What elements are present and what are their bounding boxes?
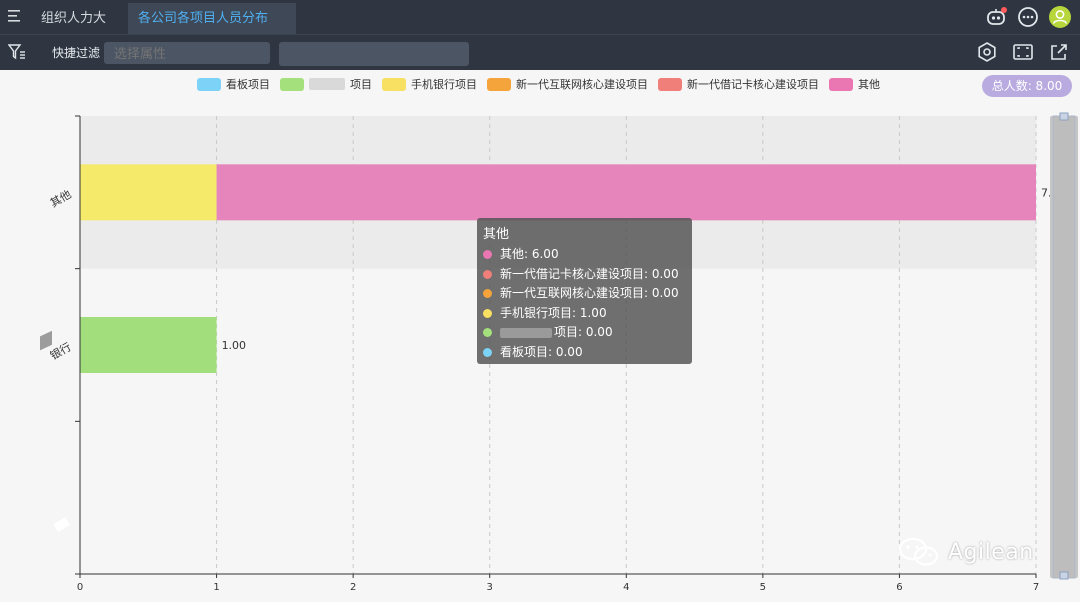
tooltip-title: 其他 bbox=[483, 227, 510, 242]
tooltip-row-label: 手机银行项目: 1.00 bbox=[500, 305, 607, 320]
redacted-patch bbox=[53, 517, 71, 532]
bar-total-label: 1.00 bbox=[222, 339, 247, 352]
tooltip-row-label: 项目: 0.00 bbox=[554, 325, 613, 339]
tooltip-row-label: 新一代互联网核心建设项目: 0.00 bbox=[500, 286, 679, 300]
redacted-patch bbox=[40, 330, 52, 351]
tooltip-row: 其他: 6.00 bbox=[483, 245, 686, 265]
tooltip-dot bbox=[483, 347, 492, 357]
x-tick-label: 2 bbox=[350, 582, 356, 593]
scrollbar-handle-bottom[interactable] bbox=[1059, 571, 1069, 580]
x-tick-label: 5 bbox=[760, 582, 766, 593]
x-tick-label: 1 bbox=[213, 582, 219, 593]
tooltip-dot bbox=[483, 308, 492, 318]
scrollbar-track bbox=[1052, 115, 1076, 579]
watermark-text: Agilean bbox=[948, 539, 1034, 565]
category-label: 其他 bbox=[48, 188, 74, 210]
tooltip-row-label: 新一代借记卡核心建设项目: 0.00 bbox=[500, 266, 679, 281]
tooltip-row-label: 其他: 6.00 bbox=[500, 247, 559, 261]
tooltip-row-label: 看板项目: 0.00 bbox=[500, 344, 583, 359]
tooltip-dot bbox=[483, 250, 492, 260]
watermark: Agilean bbox=[896, 537, 1034, 567]
x-tick-label: 0 bbox=[77, 582, 83, 593]
scrollbar-handle-top[interactable] bbox=[1059, 112, 1069, 121]
x-tick-label: 7 bbox=[1033, 582, 1039, 593]
x-tick-label: 6 bbox=[896, 582, 902, 593]
x-tick-label: 4 bbox=[623, 582, 629, 593]
chart-tooltip: 其他 其他: 6.00 新一代借记卡核心建设项目: 0.00 新一代互联网核心建… bbox=[477, 218, 692, 364]
tooltip-row: 项目: 0.00 bbox=[483, 323, 686, 343]
tooltip-row: 看板项目: 0.00 bbox=[483, 343, 686, 363]
tooltip-row: 手机银行项目: 1.00 bbox=[483, 304, 686, 324]
tooltip-dot bbox=[483, 289, 492, 299]
tooltip-row: 新一代互联网核心建设项目: 0.00 bbox=[483, 284, 686, 304]
x-tick-label: 3 bbox=[487, 582, 493, 593]
wechat-icon bbox=[898, 537, 939, 566]
bar-segment bbox=[80, 164, 217, 221]
bar-segment bbox=[216, 164, 1037, 221]
tooltip-row: 新一代借记卡核心建设项目: 0.00 bbox=[483, 265, 686, 285]
tooltip-dot bbox=[483, 269, 492, 279]
tooltip-blur bbox=[500, 327, 552, 338]
tooltip-dot bbox=[483, 328, 492, 338]
bar-segment bbox=[80, 317, 217, 373]
